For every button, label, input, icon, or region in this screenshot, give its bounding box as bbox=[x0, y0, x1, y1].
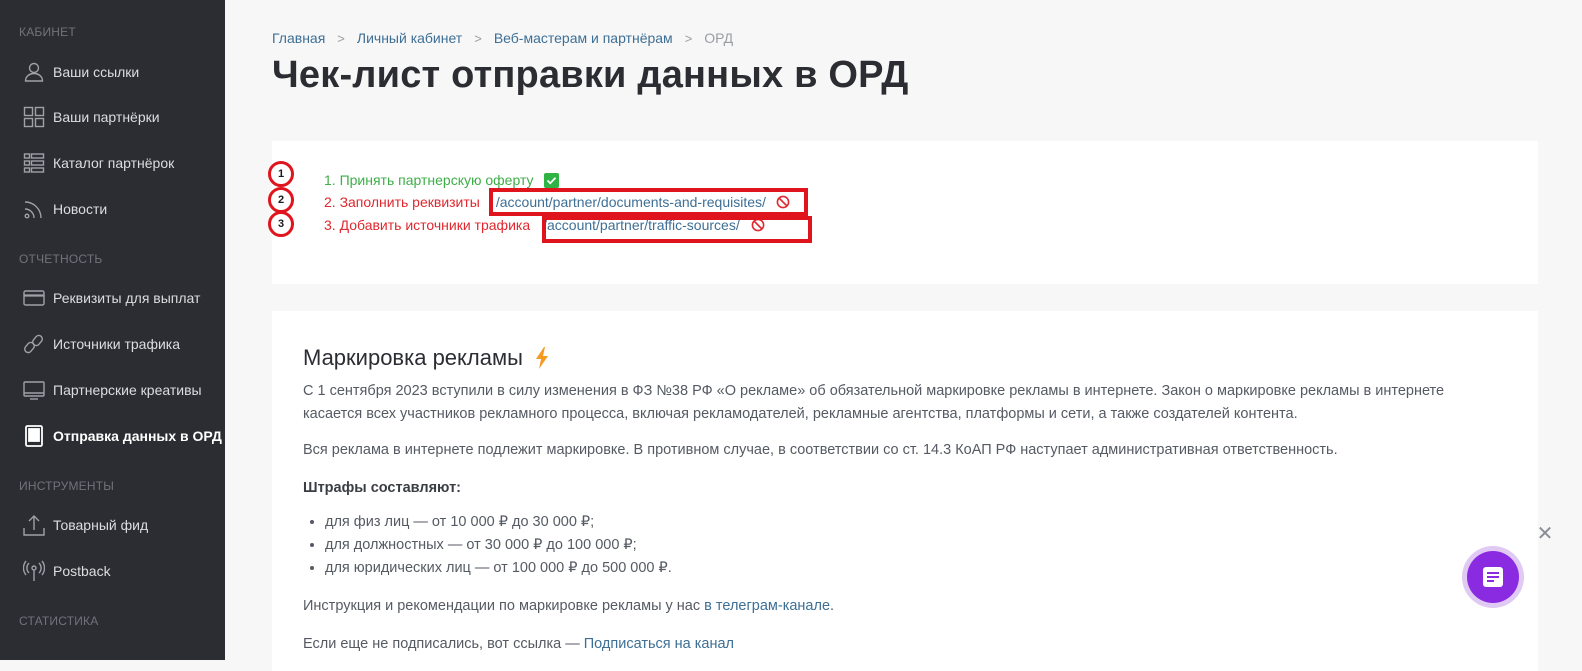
chat-button[interactable] bbox=[1462, 546, 1524, 608]
chevron-right-icon: > bbox=[337, 30, 345, 46]
page-title: Чек-лист отправки данных в ОРД bbox=[272, 54, 909, 96]
fines-title: Штрафы составляют: bbox=[303, 480, 461, 496]
chevron-right-icon: > bbox=[684, 30, 693, 46]
sidebar-item-label: Новости bbox=[53, 201, 108, 217]
instruction-end: . bbox=[830, 598, 835, 614]
step-text: 1. Принять партнерскую оферту bbox=[324, 172, 534, 188]
fines-list: для физ лиц — от 10 000 ₽ до 30 000 ₽; д… bbox=[303, 511, 672, 580]
user-icon bbox=[22, 60, 46, 84]
monitor-icon bbox=[22, 378, 46, 402]
check-icon bbox=[543, 172, 559, 188]
sidebar-item-label: Реквизиты для выплат bbox=[53, 290, 201, 306]
annotation-marker-1: 1 bbox=[268, 161, 294, 187]
sidebar-item-label: Ваши ссылки bbox=[53, 64, 140, 80]
breadcrumb: Главная > Личный кабинет > Веб-мастерам … bbox=[272, 30, 733, 46]
upload-icon bbox=[22, 513, 46, 537]
sidebar-item-label: Партнерские креативы bbox=[53, 382, 202, 398]
chevron-right-icon: > bbox=[474, 30, 482, 46]
marking-paragraph-2: Вся реклама в интернете подлежит маркиро… bbox=[303, 442, 1338, 458]
breadcrumb-account[interactable]: Личный кабинет bbox=[357, 30, 462, 46]
step-text: 2. Заполнить реквизиты bbox=[324, 194, 480, 210]
list-item: для юридических лиц — от 100 000 ₽ до 50… bbox=[325, 557, 672, 580]
step-text: 3. Добавить источники трафика bbox=[324, 217, 531, 233]
marking-card: Маркировка рекламы С 1 сентября 2023 вст… bbox=[272, 311, 1538, 671]
marking-paragraph-1: С 1 сентября 2023 вступили в силу измене… bbox=[303, 383, 1445, 422]
sidebar-item-label: Каталог партнёрок bbox=[53, 155, 175, 171]
sidebar-section-reports: ОТЧЕТНОСТЬ bbox=[19, 252, 103, 266]
breadcrumb-webmasters[interactable]: Веб-мастерам и партнёрам bbox=[494, 30, 673, 46]
sidebar-item-traffic-sources[interactable]: Источники трафика bbox=[22, 330, 180, 358]
sidebar-section-cabinet: КАБИНЕТ bbox=[19, 25, 76, 39]
section-title: Маркировка рекламы bbox=[303, 345, 549, 371]
subscribe-text: Если еще не подписались, вот ссылка — bbox=[303, 636, 584, 652]
sidebar-item-label: Отправка данных в ОРД bbox=[53, 428, 222, 444]
sidebar-item-label: Товарный фид bbox=[53, 517, 149, 533]
annotation-highlight-box bbox=[542, 216, 812, 243]
sidebar-item-postback[interactable]: Postback bbox=[22, 557, 111, 585]
list-icon bbox=[22, 151, 46, 175]
chat-button-inner bbox=[1467, 551, 1519, 603]
sidebar-item-catalog[interactable]: Каталог партнёрок bbox=[22, 149, 174, 177]
grid-icon bbox=[22, 105, 46, 129]
annotation-marker-3: 3 bbox=[268, 211, 294, 237]
section-title-text: Маркировка рекламы bbox=[303, 345, 523, 370]
subscribe-link[interactable]: Подписаться на канал bbox=[584, 636, 734, 652]
list-item: для физ лиц — от 10 000 ₽ до 30 000 ₽; bbox=[325, 511, 672, 534]
checklist-step-1: 1. Принять партнерскую оферту bbox=[324, 172, 559, 188]
tablet-icon bbox=[22, 424, 46, 448]
sidebar-section-tools: ИНСТРУМЕНТЫ bbox=[19, 479, 115, 493]
sidebar-item-ord[interactable]: Отправка данных в ОРД bbox=[22, 422, 222, 450]
sidebar-item-partner-programs[interactable]: Ваши партнёрки bbox=[22, 103, 160, 131]
breadcrumb-current: ОРД bbox=[704, 30, 734, 46]
sidebar-section-stats: СТАТИСТИКА bbox=[19, 614, 99, 628]
sidebar-item-requisites[interactable]: Реквизиты для выплат bbox=[22, 284, 200, 312]
sidebar-item-links[interactable]: Ваши ссылки bbox=[22, 58, 139, 86]
list-item: для должностных — от 30 000 ₽ до 100 000… bbox=[325, 534, 672, 557]
instruction-paragraph: Инструкция и рекомендации по маркировке … bbox=[303, 595, 1503, 618]
card-icon bbox=[22, 286, 46, 310]
sidebar: КАБИНЕТ Ваши ссылки Ваши партнёрки Катал… bbox=[0, 0, 225, 660]
checklist-card: 1. Принять партнерскую оферту 2. Заполни… bbox=[268, 141, 1538, 284]
link-icon bbox=[22, 332, 46, 356]
telegram-channel-link[interactable]: в телеграм-канале bbox=[704, 598, 830, 614]
lightning-icon bbox=[535, 347, 549, 369]
breadcrumb-home[interactable]: Главная bbox=[272, 30, 325, 46]
sidebar-item-label: Postback bbox=[53, 563, 111, 579]
sidebar-item-product-feed[interactable]: Товарный фид bbox=[22, 511, 148, 539]
annotation-highlight-box bbox=[489, 188, 808, 216]
chat-icon bbox=[1482, 566, 1504, 588]
sidebar-item-label: Источники трафика bbox=[53, 336, 181, 352]
instruction-text: Инструкция и рекомендации по маркировке … bbox=[303, 598, 705, 614]
close-icon[interactable]: ✕ bbox=[1535, 524, 1555, 544]
subscribe-paragraph: Если еще не подписались, вот ссылка — По… bbox=[303, 633, 1503, 656]
antenna-icon bbox=[22, 559, 46, 583]
sidebar-item-label: Ваши партнёрки bbox=[53, 109, 160, 125]
sidebar-item-creatives[interactable]: Партнерские креативы bbox=[22, 376, 202, 404]
sidebar-item-news[interactable]: Новости bbox=[22, 195, 107, 223]
annotation-marker-2: 2 bbox=[268, 187, 294, 213]
rss-icon bbox=[22, 197, 46, 221]
main-content: Главная > Личный кабинет > Веб-мастерам … bbox=[225, 0, 1582, 671]
